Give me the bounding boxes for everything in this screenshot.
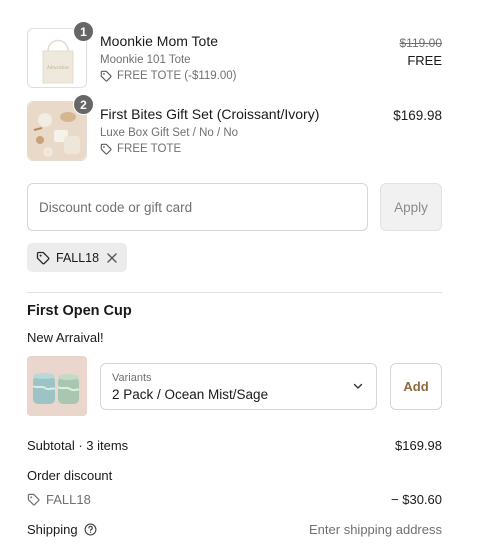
tag-icon <box>100 70 112 82</box>
close-icon <box>107 252 117 263</box>
original-price: $119.00 <box>399 36 443 50</box>
applied-discount-chip: FALL18 <box>27 243 127 272</box>
upsell-title: First Open Cup <box>27 303 132 319</box>
item-discount-text: FREE TOTE (-$119.00) <box>117 70 237 82</box>
upsell-subtitle: New Arraival! <box>27 330 104 345</box>
discount-value: − $30.60 <box>391 492 442 507</box>
upsell-product-image <box>27 356 87 416</box>
subtotal-row: Subtotal · 3 items $169.98 <box>27 438 442 453</box>
section-divider <box>27 292 442 293</box>
tag-icon <box>100 143 112 155</box>
variant-select-value: 2 Pack / Ocean Mist/Sage <box>112 387 269 402</box>
product-title: First Bites Gift Set (Croissant/Ivory) <box>100 106 320 122</box>
shipping-value: Enter shipping address <box>309 522 442 537</box>
line-item-tote: Moonkie 1 Moonkie Mom Tote Moonkie 101 T… <box>27 21 443 90</box>
quantity-badge: 2 <box>73 94 94 115</box>
product-thumbnail-tote: Moonkie 1 <box>27 21 94 88</box>
discount-code-row: FALL18 − $30.60 <box>27 492 442 507</box>
add-upsell-button[interactable]: Add <box>390 363 442 410</box>
tag-icon <box>36 251 50 264</box>
remove-discount-button[interactable] <box>106 252 118 264</box>
subtotal-value: $169.98 <box>395 438 442 453</box>
line-price: $169.98 <box>393 108 442 123</box>
help-circle-icon[interactable] <box>84 523 97 536</box>
shipping-label: Shipping <box>27 522 78 537</box>
product-variant: Moonkie 101 Tote <box>100 54 191 66</box>
order-discount-row: Order discount <box>27 468 442 483</box>
tote-logo-text: Moonkie <box>46 65 69 71</box>
product-thumbnail-gift-set: 2 <box>27 94 94 161</box>
product-title: Moonkie Mom Tote <box>100 33 219 49</box>
quantity-badge: 1 <box>73 21 94 42</box>
order-discount-label: Order discount <box>27 468 113 483</box>
discount-code-input[interactable] <box>27 183 368 231</box>
item-discount: FREE TOTE <box>100 143 181 155</box>
apply-discount-button[interactable]: Apply <box>380 183 442 231</box>
applied-discount-code: FALL18 <box>56 250 100 265</box>
shipping-row: Shipping Enter shipping address <box>27 522 442 537</box>
subtotal-label: Subtotal · 3 items <box>27 438 129 453</box>
variant-select-label: Variants <box>112 372 152 384</box>
item-discount-text: FREE TOTE <box>117 143 182 155</box>
discount-code-tag: FALL18 <box>27 492 442 507</box>
product-variant: Luxe Box Gift Set / No / No <box>100 127 239 139</box>
summary-discount-code: FALL18 <box>46 492 91 507</box>
item-discount: FREE TOTE (-$119.00) <box>100 70 237 82</box>
tag-icon <box>27 493 40 506</box>
cups-image <box>27 356 87 416</box>
chevron-down-icon <box>353 383 363 389</box>
line-item-gift-set: 2 First Bites Gift Set (Croissant/Ivory)… <box>27 94 442 163</box>
variant-select[interactable]: Variants 2 Pack / Ocean Mist/Sage <box>100 363 377 410</box>
line-price: FREE <box>407 53 442 68</box>
